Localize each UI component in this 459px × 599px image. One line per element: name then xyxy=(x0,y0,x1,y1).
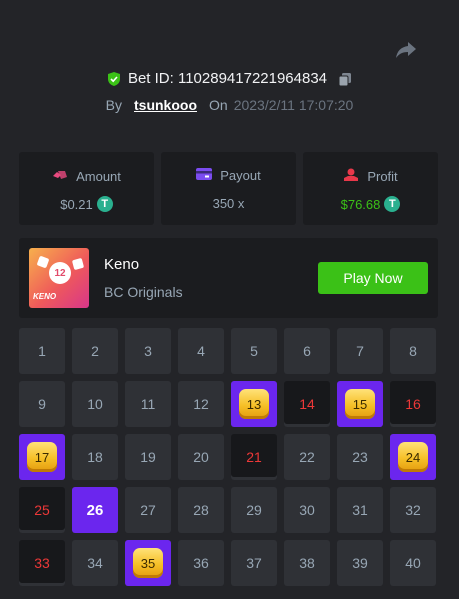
amount-label: Amount xyxy=(76,169,121,184)
verified-shield-icon xyxy=(106,71,122,87)
usdt-coin-icon: T xyxy=(384,196,401,212)
keno-cell-34: 34 xyxy=(72,540,118,586)
amount-value: $0.21 xyxy=(60,196,93,212)
keno-cell-8: 8 xyxy=(390,328,436,374)
copy-icon[interactable] xyxy=(337,71,353,87)
share-icon[interactable] xyxy=(394,38,418,62)
keno-cell-16: 16 xyxy=(390,381,436,427)
keno-cell-26: 26 xyxy=(72,487,118,533)
keno-cell-18: 18 xyxy=(72,434,118,480)
keno-cell-15: 15 xyxy=(337,381,383,427)
keno-cell-31: 31 xyxy=(337,487,383,533)
keno-cell-10: 10 xyxy=(72,381,118,427)
keno-cell-17: 17 xyxy=(19,434,65,480)
keno-cell-5: 5 xyxy=(231,328,277,374)
keno-cell-40: 40 xyxy=(390,540,436,586)
keno-cell-35: 35 xyxy=(125,540,171,586)
by-label: By xyxy=(105,97,122,113)
payout-label: Payout xyxy=(220,168,261,183)
keno-cell-24: 24 xyxy=(390,434,436,480)
profit-icon xyxy=(343,168,359,185)
keno-cell-1: 1 xyxy=(19,328,65,374)
keno-cell-9: 9 xyxy=(19,381,65,427)
keno-cell-3: 3 xyxy=(125,328,171,374)
keno-cell-38: 38 xyxy=(284,540,330,586)
keno-cell-4: 4 xyxy=(178,328,224,374)
keno-cell-21: 21 xyxy=(231,434,277,480)
keno-cell-20: 20 xyxy=(178,434,224,480)
keno-cell-36: 36 xyxy=(178,540,224,586)
keno-thumb-label: KENO xyxy=(33,292,57,301)
payout-value: 350 x xyxy=(212,196,245,211)
keno-cell-37: 37 xyxy=(231,540,277,586)
keno-ball: 12 xyxy=(49,262,71,284)
keno-cell-2: 2 xyxy=(72,328,118,374)
game-name: Keno xyxy=(104,256,140,273)
amount-icon xyxy=(52,168,68,185)
bet-meta-row: By tsunkooo On 2023/2/11 17:07:20 xyxy=(0,97,459,113)
on-label: On xyxy=(209,97,228,113)
keno-cell-25: 25 xyxy=(19,487,65,533)
keno-board: 1 2 3 4 5 6 7 8 9 10 11 12 13 14 15 16 17 18 19 20 21 22 23 24 2… xyxy=(19,328,439,586)
profit-value: $76.68 xyxy=(340,196,381,212)
keno-cell-12: 12 xyxy=(178,381,224,427)
keno-cell-22: 22 xyxy=(284,434,330,480)
usdt-coin-icon: T xyxy=(96,196,113,212)
amount-card: Amount $0.21 T xyxy=(19,152,154,225)
bet-timestamp: 2023/2/11 17:07:20 xyxy=(233,97,354,113)
dice-icon xyxy=(36,255,50,269)
keno-cell-23: 23 xyxy=(337,434,383,480)
gold-gem-icon: 17 xyxy=(27,442,57,472)
keno-cell-13: 13 xyxy=(231,381,277,427)
keno-cell-28: 28 xyxy=(178,487,224,533)
keno-cell-33: 33 xyxy=(19,540,65,586)
keno-cell-39: 39 xyxy=(337,540,383,586)
keno-cell-30: 30 xyxy=(284,487,330,533)
profit-card: Profit $76.68 T xyxy=(303,152,438,225)
bet-id: Bet ID: 110289417221964834 xyxy=(127,70,328,87)
payout-icon xyxy=(196,168,213,183)
keno-cell-19: 19 xyxy=(125,434,171,480)
username-link[interactable]: tsunkooo xyxy=(134,97,197,113)
gold-gem-icon: 15 xyxy=(345,389,375,419)
keno-cell-29: 29 xyxy=(231,487,277,533)
dice-icon xyxy=(71,257,85,271)
keno-thumbnail[interactable]: 12 KENO xyxy=(29,248,89,308)
game-card: 12 KENO Keno BC Originals Play Now xyxy=(19,238,438,318)
game-provider: BC Originals xyxy=(104,284,183,300)
keno-cell-14: 14 xyxy=(284,381,330,427)
gold-gem-icon: 35 xyxy=(133,548,163,578)
play-now-button[interactable]: Play Now xyxy=(318,262,428,294)
keno-cell-27: 27 xyxy=(125,487,171,533)
gold-gem-icon: 13 xyxy=(239,389,269,419)
payout-card: Payout 350 x xyxy=(161,152,296,225)
keno-cell-6: 6 xyxy=(284,328,330,374)
bet-id-row: Bet ID: 110289417221964834 xyxy=(0,70,459,87)
gold-gem-icon: 24 xyxy=(398,442,428,472)
keno-cell-32: 32 xyxy=(390,487,436,533)
keno-cell-7: 7 xyxy=(337,328,383,374)
profit-label: Profit xyxy=(367,169,398,184)
keno-cell-11: 11 xyxy=(125,381,171,427)
